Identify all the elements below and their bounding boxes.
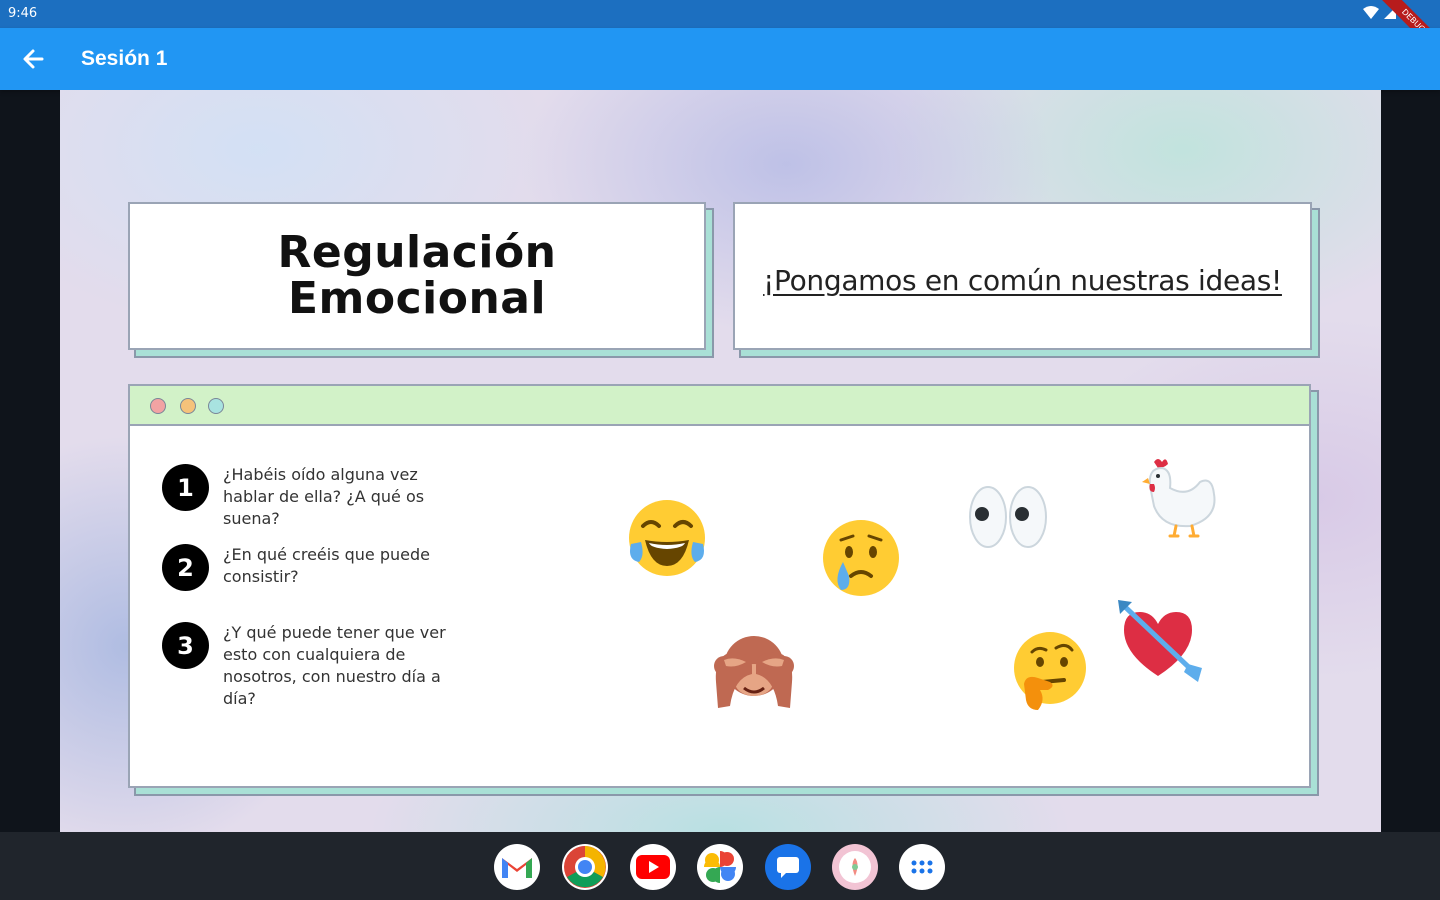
window-dot-teal [208,398,224,414]
app-bar: Sesión 1 [0,28,1440,90]
eyes-icon [969,486,1047,548]
question-number: 2 [162,544,209,591]
chrome-app-icon[interactable] [562,844,608,890]
slide-title: Regulación Emocional [277,227,557,324]
window-dot-red [150,398,166,414]
photos-app-icon[interactable] [697,844,743,890]
arrow-back-icon [23,49,44,69]
slide-subtitle: ¡Pongamos en común nuestras ideas! [763,264,1282,297]
chicken-icon [1142,459,1216,538]
question-text: ¿En qué creéis que puede consistir? [223,545,430,586]
question-2: 2 ¿En qué creéis que puede consistir? [162,544,473,591]
gmail-app-icon[interactable] [494,844,540,890]
slide: Regulación Emocional ¡Pongamos en común … [60,90,1381,832]
subtitle-card: ¡Pongamos en común nuestras ideas! [733,202,1312,350]
back-button[interactable] [18,44,48,74]
crying-face-icon [823,520,899,596]
thinking-face-icon [1014,632,1086,710]
window-dot-orange [180,398,196,414]
messages-app-icon[interactable] [765,844,811,890]
question-number: 1 [162,464,209,511]
status-time: 9:46 [8,6,38,21]
wifi-icon [1363,6,1379,19]
see-no-evil-monkey-icon [714,636,794,708]
status-bar: 9:46 DEBUG [0,0,1440,65]
question-number: 3 [162,622,209,669]
heart-with-arrow-icon [1118,600,1202,682]
app-launcher-icon[interactable] [899,844,945,890]
question-text: ¿Habéis oído alguna vez hablar de ella? … [223,465,425,528]
browser-window-card: 1 ¿Habéis oído alguna vez hablar de ella… [128,384,1311,788]
title-card: Regulación Emocional [128,202,706,350]
face-with-tears-of-joy-icon [629,500,705,576]
taskbar-dock [0,832,1440,900]
app-bar-title: Sesión 1 [81,47,168,70]
question-3: 3 ¿Y qué puede tener que ver esto con cu… [162,622,473,710]
youtube-app-icon[interactable] [630,844,676,890]
question-text: ¿Y qué puede tener que ver esto con cual… [223,623,446,708]
browser-title-bar [130,386,1309,426]
app-icon[interactable] [832,844,878,890]
question-1: 1 ¿Habéis oído alguna vez hablar de ella… [162,464,473,530]
